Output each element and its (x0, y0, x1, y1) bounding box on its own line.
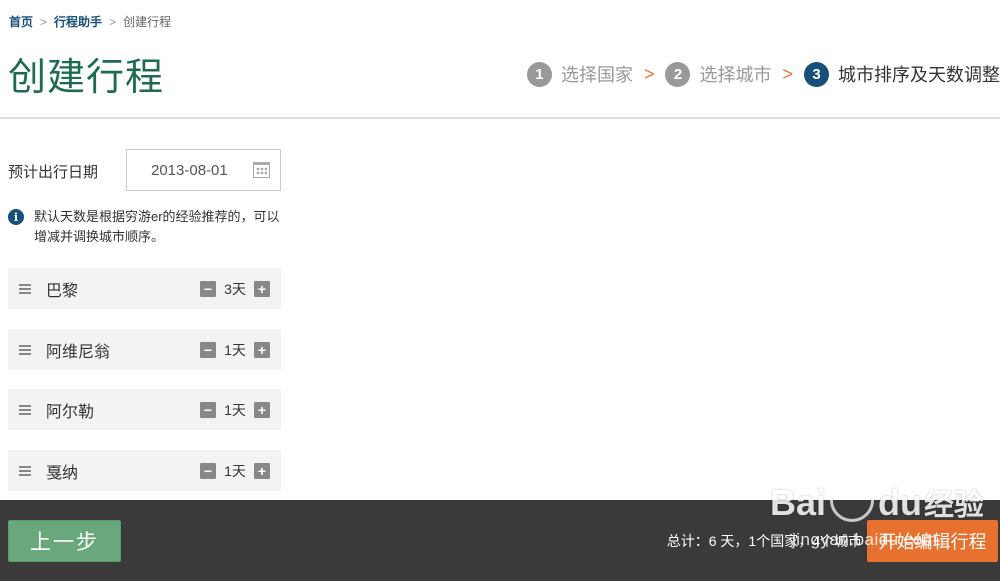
step-sort-cities: 3 城市排序及天数调整 (804, 61, 1000, 87)
decrease-days-button[interactable]: − (200, 280, 216, 297)
decrease-days-button[interactable]: − (200, 401, 216, 418)
step-select-country[interactable]: 1 选择国家 (526, 61, 633, 87)
drag-handle-icon[interactable] (19, 344, 31, 355)
watermark-logo: Bai du 经验 (770, 478, 984, 524)
watermark-url: jingyan.baidu.com (792, 530, 938, 549)
info-icon: i (8, 209, 24, 225)
step-progress: 1 选择国家 > 2 选择城市 > 3 城市排序及天数调整 (526, 61, 1000, 87)
breadcrumb-separator: > (40, 14, 48, 29)
breadcrumb-home-link[interactable]: 首页 (9, 13, 33, 30)
city-days: 1天 (224, 462, 246, 479)
increase-days-button[interactable]: + (254, 462, 270, 479)
watermark-cn: 经验 (924, 489, 985, 522)
increase-days-button[interactable]: + (254, 401, 270, 418)
city-row[interactable]: 阿维尼翁 − 1天 + (8, 329, 281, 370)
decrease-days-button[interactable]: − (200, 462, 216, 479)
city-days: 3天 (224, 280, 246, 297)
watermark-brand: Bai (770, 482, 827, 523)
city-row[interactable]: 戛纳 − 1天 + (8, 450, 281, 491)
drag-handle-icon[interactable] (19, 404, 31, 415)
drag-handle-icon[interactable] (19, 283, 31, 294)
page-title: 创建行程 (8, 57, 165, 99)
city-row[interactable]: 阿尔勒 − 1天 + (8, 389, 281, 430)
step-number-badge: 1 (526, 61, 552, 87)
increase-days-button[interactable]: + (254, 341, 270, 358)
drag-handle-icon[interactable] (19, 465, 31, 476)
city-name: 阿维尼翁 (46, 343, 111, 361)
city-days: 1天 (224, 341, 246, 358)
previous-step-button[interactable]: 上一步 (8, 520, 121, 562)
departure-date-field[interactable]: 2013-08-01 (126, 149, 281, 191)
city-name: 巴黎 (46, 282, 79, 300)
city-name: 戛纳 (46, 464, 79, 482)
breadcrumb-separator: > (109, 14, 117, 29)
date-label: 预计出行日期 (8, 164, 99, 181)
chevron-right-icon: > (643, 63, 655, 84)
breadcrumb: 首页 > 行程助手 > 创建行程 (9, 13, 171, 30)
info-note: i 默认天数是根据穷游er的经验推荐的，可以增减并调换城市顺序。 (8, 207, 284, 247)
header-divider (0, 117, 1000, 119)
decrease-days-button[interactable]: − (200, 341, 216, 358)
step-label: 选择城市 (699, 65, 772, 85)
step-label: 城市排序及天数调整 (838, 65, 1000, 85)
city-row[interactable]: 巴黎 − 3天 + (8, 268, 281, 309)
breadcrumb-current: 创建行程 (123, 15, 172, 29)
chevron-right-icon: > (782, 63, 793, 84)
watermark-brand-suffix: du (878, 482, 923, 523)
increase-days-button[interactable]: + (254, 280, 270, 297)
step-select-city[interactable]: 2 选择城市 (665, 61, 771, 87)
breadcrumb-assistant-link[interactable]: 行程助手 (54, 13, 102, 30)
page: 首页 > 行程助手 > 创建行程 创建行程 1 选择国家 > 2 选择城市 > … (0, 0, 1000, 581)
paw-icon (830, 478, 875, 522)
calendar-icon[interactable] (253, 162, 270, 178)
step-number-badge: 2 (665, 61, 691, 87)
city-days: 1天 (224, 401, 246, 418)
info-text: 默认天数是根据穷游er的经验推荐的，可以增减并调换城市顺序。 (34, 209, 280, 244)
step-label: 选择国家 (560, 65, 633, 85)
departure-date-value: 2013-08-01 (151, 161, 228, 179)
step-number-badge: 3 (804, 61, 829, 87)
city-name: 阿尔勒 (46, 403, 95, 421)
